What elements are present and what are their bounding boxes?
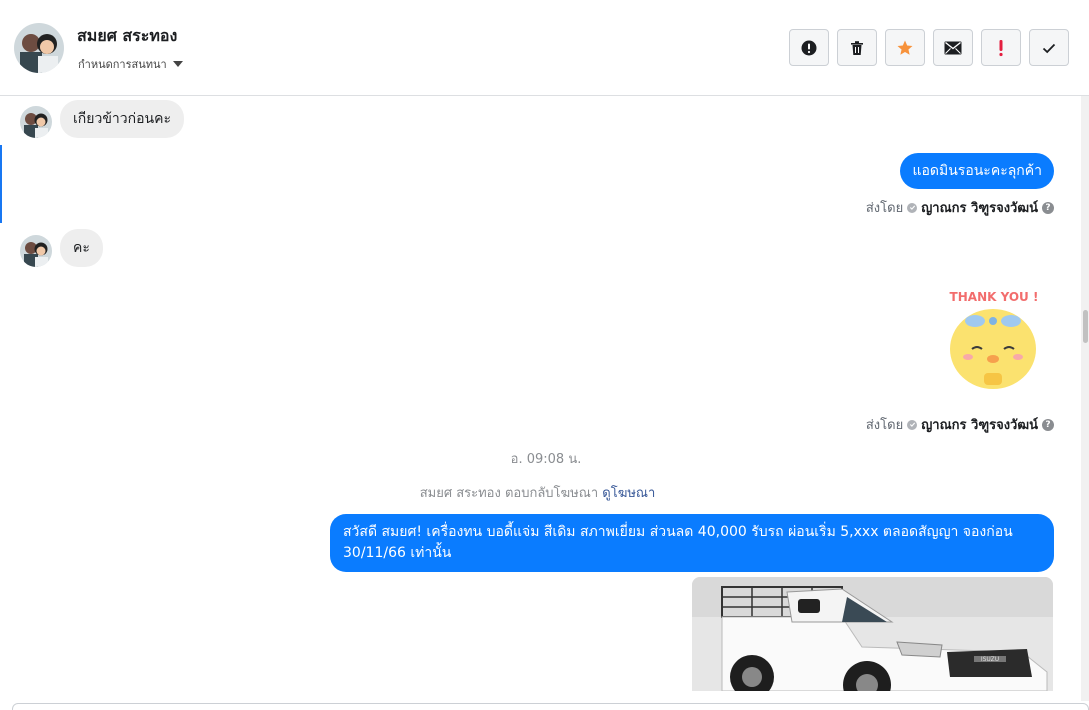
caret-down-icon: [172, 61, 183, 67]
delete-button[interactable]: [837, 29, 877, 66]
help-icon[interactable]: ?: [1042, 418, 1054, 431]
conversation-header: สมยศ สระทอง กำหนดการสนทนา: [0, 0, 1089, 96]
ad-message[interactable]: สวัสดี สมยศ! เครื่องทน บอดี้แจ่ม สีเดิม …: [330, 514, 1054, 572]
check-icon: [1042, 43, 1056, 53]
sent-by-line: ส่งโดย ญาณกร วิฑูรจงวัฒน์ ?: [866, 197, 1054, 218]
sent-by-prefix: ส่งโดย: [865, 418, 904, 433]
alert-circle-icon: [801, 40, 817, 55]
contact-avatar-small[interactable]: [20, 106, 52, 138]
sender-name: ญาณกร วิฑูรจงวัฒน์: [921, 201, 1038, 216]
message-timestamp: อ. 09:08 น.: [510, 452, 582, 467]
sent-by-line: ส่งโดย ญาณกร วิฑูรจงวัฒน์ ?: [866, 414, 1054, 435]
star-icon: [897, 40, 913, 55]
spam-button[interactable]: [789, 29, 829, 66]
contact-name: สมยศ สระทอง: [77, 26, 178, 45]
car-brand-text: ISUZU: [981, 656, 999, 663]
messenger-window: สมยศ สระทอง กำหนดการสนทนา เกียวข้าวก่อนค…: [0, 0, 1089, 710]
mark-done-button[interactable]: [1029, 29, 1069, 66]
help-icon[interactable]: ?: [1042, 201, 1054, 214]
exclamation-icon: [999, 39, 1003, 56]
contact-avatar[interactable]: [14, 23, 64, 73]
active-indicator: [0, 145, 2, 223]
thread-scrollbar[interactable]: [1081, 96, 1089, 701]
sender-name: ญาณกร วิฑูรจงวัฒน์: [921, 418, 1038, 433]
trash-icon: [851, 40, 863, 55]
sent-check-icon: [907, 419, 918, 430]
sticker-text: THANK YOU !: [950, 290, 1039, 304]
message-composer[interactable]: [12, 703, 1089, 710]
contact-avatar-small[interactable]: [20, 235, 52, 267]
view-ad-link[interactable]: ดูโฆษณา: [602, 486, 655, 501]
assign-conversation-dropdown[interactable]: กำหนดการสนทนา: [78, 55, 183, 73]
ad-reply-text: สมยศ สระทอง ตอบกลับโฆษณา: [419, 486, 599, 501]
mark-unread-button[interactable]: [933, 29, 973, 66]
ad-car-image[interactable]: ISUZU: [692, 577, 1053, 691]
ad-reply-notice: สมยศ สระทอง ตอบกลับโฆษณา ดูโฆษณา: [0, 482, 1075, 503]
thank-you-sticker[interactable]: THANK YOU !: [944, 287, 1044, 397]
incoming-message[interactable]: คะ: [60, 229, 103, 267]
follow-up-button[interactable]: [981, 29, 1021, 66]
star-button[interactable]: [885, 29, 925, 66]
incoming-message[interactable]: เกียวข้าวก่อนคะ: [60, 100, 184, 138]
assign-label: กำหนดการสนทนา: [78, 58, 167, 71]
conversation-toolbar: [789, 29, 1069, 66]
scrollbar-thumb[interactable]: [1083, 310, 1088, 343]
sent-check-icon: [907, 202, 918, 213]
envelope-icon: [944, 41, 962, 54]
outgoing-message[interactable]: แอดมินรอนะคะลุกค้า: [900, 153, 1054, 189]
sent-by-prefix: ส่งโดย: [865, 201, 904, 216]
